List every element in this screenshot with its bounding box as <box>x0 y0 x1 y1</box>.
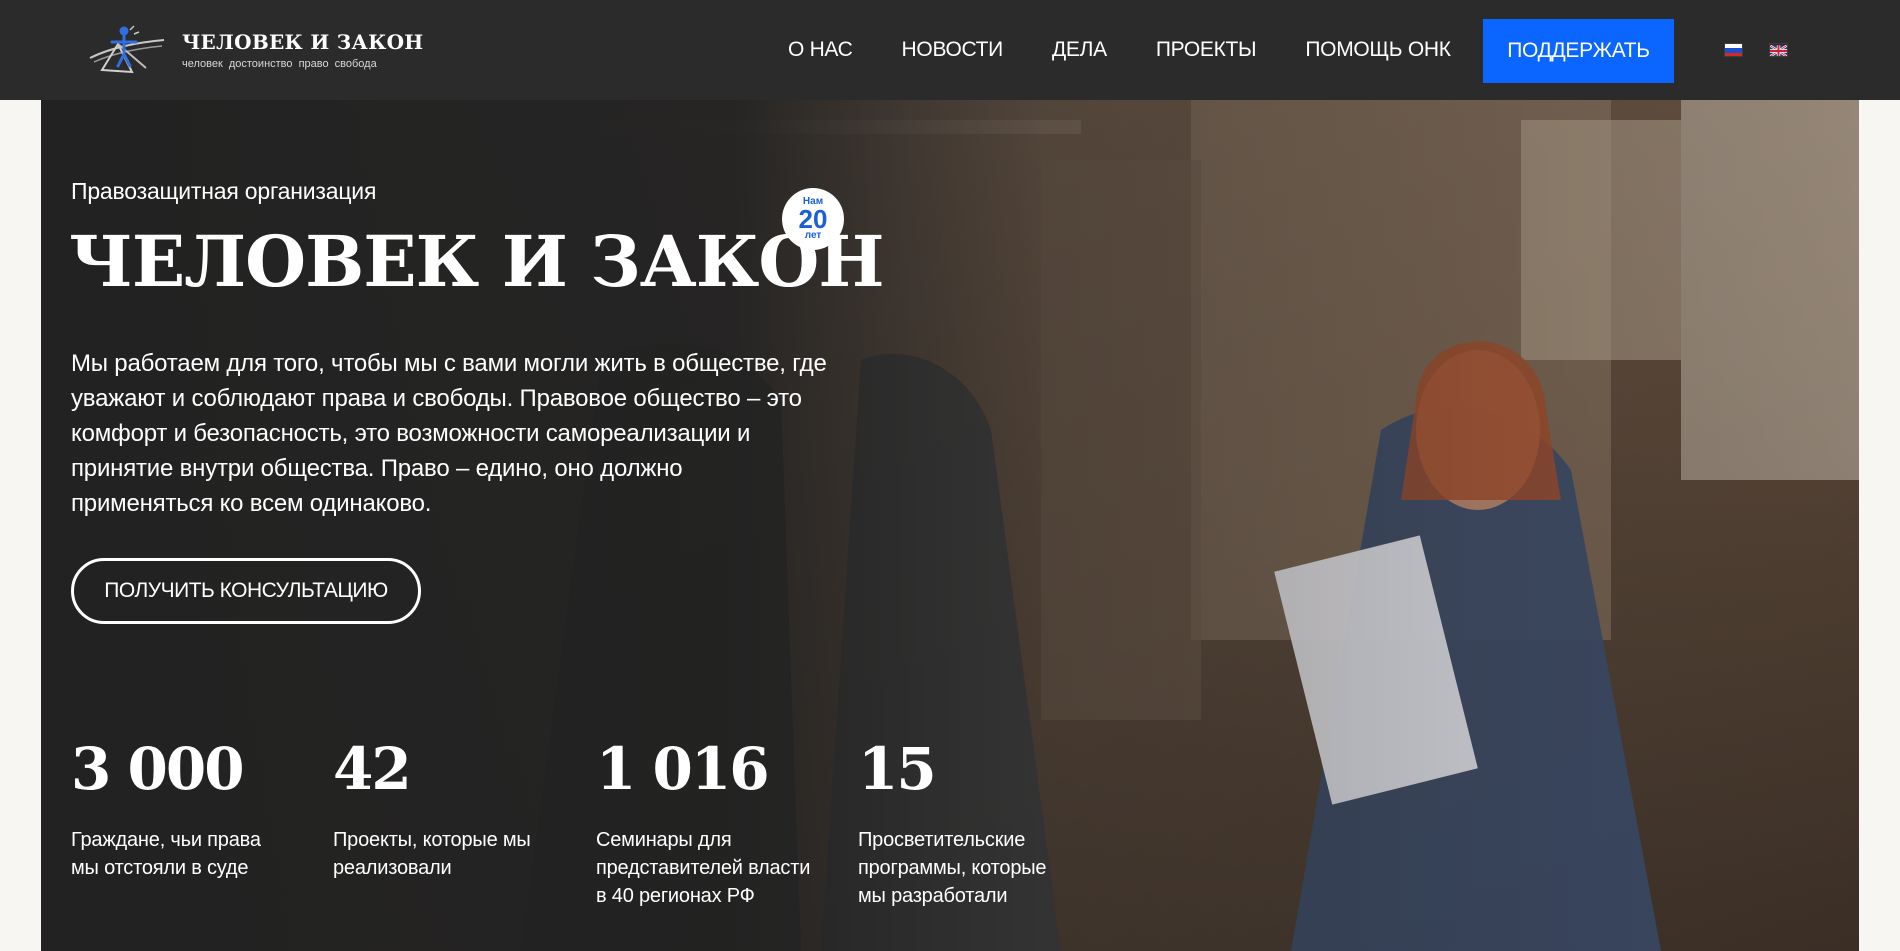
logo-tagline: человек достоинство право свобода <box>182 58 377 70</box>
badge-number: 20 <box>798 204 828 234</box>
stat-label: Семинары для представителей власти в 40 … <box>596 829 811 907</box>
stat-item: 3 000 Граждане, чьи права мы отстояли в … <box>71 740 311 882</box>
stat-number: 1 016 <box>596 735 770 803</box>
nav-item-cases[interactable]: ДЕЛА <box>1052 38 1107 62</box>
stat-number: 15 <box>858 735 937 803</box>
logo-title: ЧЕЛОВЕК И ЗАКОН <box>182 30 424 54</box>
hero-description: Мы работаем для того, чтобы мы с вами мо… <box>71 350 827 517</box>
stat-label: Граждане, чьи права мы отстояли в суде <box>71 829 261 879</box>
stat-item: 42 Проекты, которые мы реализовали <box>333 740 573 882</box>
nav-item-about[interactable]: О НАС <box>788 38 853 62</box>
nav-item-onk-help[interactable]: ПОМОЩЬ ОНК <box>1305 38 1451 62</box>
anniversary-badge: Нам 20 лет <box>782 188 844 250</box>
logo-link[interactable]: ЧЕЛОВЕК И ЗАКОН человек достоинство прав… <box>84 24 424 76</box>
stat-number: 42 <box>333 735 412 803</box>
support-button[interactable]: ПОДДЕРЖАТЬ <box>1483 19 1674 83</box>
stat-label: Просветительские программы, которые мы р… <box>858 829 1047 907</box>
hero-section: Правозащитная организация ЧЕЛОВЕК И ЗАКО… <box>41 100 1859 951</box>
get-consultation-button[interactable]: ПОЛУЧИТЬ КОНСУЛЬТАЦИЮ <box>71 558 421 624</box>
nav-item-projects[interactable]: ПРОЕКТЫ <box>1156 38 1257 62</box>
uk-flag-icon[interactable] <box>1769 43 1788 57</box>
russia-flag-icon[interactable] <box>1724 43 1743 57</box>
hero-title: ЧЕЛОВЕК И ЗАКОН <box>69 220 885 303</box>
stat-item: 1 016 Семинары для представителей власти… <box>596 740 836 910</box>
logo-text: ЧЕЛОВЕК И ЗАКОН человек достоинство прав… <box>182 30 424 70</box>
hero-eyebrow: Правозащитная организация <box>71 178 377 204</box>
stat-number: 3 000 <box>71 735 245 803</box>
uk-flag-graphic <box>1770 44 1787 56</box>
stat-item: 15 Просветительские программы, которые м… <box>858 740 1098 910</box>
logo-emblem-icon <box>89 25 165 74</box>
nav-item-news[interactable]: НОВОСТИ <box>902 38 1004 62</box>
site-header: ЧЕЛОВЕК И ЗАКОН человек достоинство прав… <box>0 0 1900 100</box>
stat-label: Проекты, которые мы реализовали <box>333 829 531 879</box>
badge-bottom-text: лет <box>804 230 822 241</box>
main-nav: О НАС НОВОСТИ ДЕЛА ПРОЕКТЫ ПОМОЩЬ ОНК <box>788 0 1500 100</box>
